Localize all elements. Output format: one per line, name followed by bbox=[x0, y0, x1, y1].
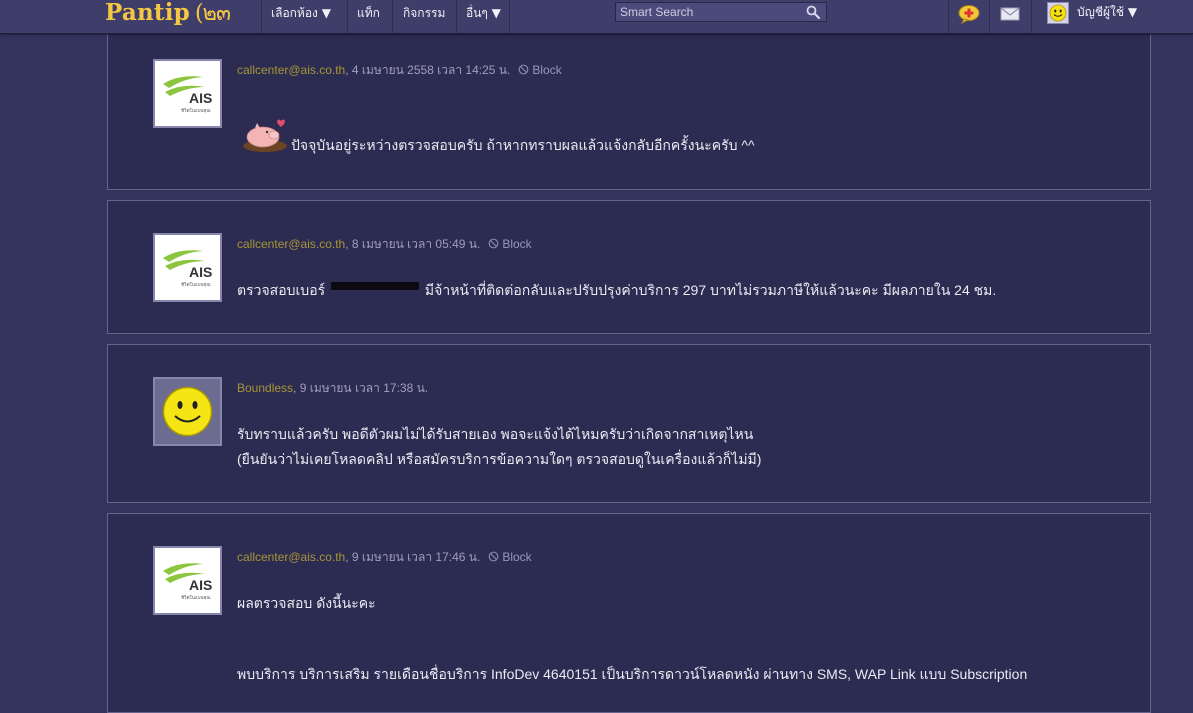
logo-text: Pantip bbox=[105, 0, 190, 26]
user-avatar[interactable] bbox=[153, 377, 222, 446]
comment-body: ปัจจุบันอยู่ระหว่างตรวจสอบครับ ถ้าหากทรา… bbox=[291, 137, 755, 153]
comment-text-after: มีจ้าหน้าที่ติดต่อกลับและปรับปรุงค่าบริก… bbox=[424, 282, 997, 298]
comment-body: ตรวจสอบเบอร์ มีจ้าหน้าที่ติดต่อกลับและปร… bbox=[237, 280, 996, 302]
ais-avatar[interactable]: AIS ชีวิตในแบบคุณ bbox=[153, 59, 222, 128]
ais-tagline: ชีวิตในแบบคุณ bbox=[181, 108, 211, 114]
ais-logo-text: AIS bbox=[189, 264, 212, 280]
nav-divider bbox=[261, 0, 262, 33]
block-label: Block bbox=[502, 550, 532, 564]
menu-more[interactable]: อื่นๆ ▼ bbox=[466, 0, 501, 28]
ais-logo-text: AIS bbox=[189, 577, 212, 593]
block-button[interactable]: Block bbox=[488, 237, 532, 251]
comment-body-line: (ยืนยันว่าไม่เคยโหลดคลิป หรือสมัครบริการ… bbox=[237, 451, 762, 467]
message-icon[interactable] bbox=[998, 4, 1022, 24]
comment-date: , 4 เมษายน 2558 เวลา 14:25 น. bbox=[345, 63, 511, 77]
comment-date: , 8 เมษายน เวลา 05:49 น. bbox=[345, 237, 481, 251]
block-icon bbox=[518, 64, 529, 75]
nav-divider bbox=[509, 0, 510, 33]
comment-author[interactable]: Boundless bbox=[237, 381, 293, 395]
nav-divider bbox=[948, 0, 949, 33]
nav-divider bbox=[456, 0, 457, 33]
user-avatar[interactable] bbox=[1047, 2, 1069, 24]
account-menu[interactable]: บัญชีผู้ใช้ ▼ bbox=[1077, 3, 1137, 22]
ais-logo-icon: AIS ชีวิตในแบบคุณ bbox=[163, 250, 212, 288]
comment-date: , 9 เมษายน เวลา 17:38 น. bbox=[293, 381, 429, 395]
ais-avatar[interactable]: AIS ชีวิตในแบบคุณ bbox=[153, 546, 222, 615]
ais-logo-icon: AIS ชีวิตในแบบคุณ bbox=[163, 76, 212, 114]
nav-divider bbox=[392, 0, 393, 33]
comment-meta: callcenter@ais.co.th, 9 เมษายน เวลา 17:4… bbox=[237, 548, 532, 567]
comment-author[interactable]: callcenter@ais.co.th bbox=[237, 237, 345, 251]
comment-card: AIS ชีวิตในแบบคุณ callcenter@ais.co.th, … bbox=[107, 26, 1151, 190]
block-label: Block bbox=[502, 237, 532, 251]
ais-logo-icon: AIS ชีวิตในแบบคุณ bbox=[163, 563, 212, 601]
smart-search-input[interactable]: Smart Search bbox=[615, 2, 827, 22]
comment-card: Boundless, 9 เมษายน เวลา 17:38 น. รับทรา… bbox=[107, 344, 1151, 503]
block-button[interactable]: Block bbox=[488, 550, 532, 564]
comment-author[interactable]: callcenter@ais.co.th bbox=[237, 63, 345, 77]
ais-tagline: ชีวิตในแบบคุณ bbox=[181, 595, 211, 601]
redacted-phone-number bbox=[331, 282, 420, 290]
nav-divider bbox=[1031, 0, 1032, 33]
block-icon bbox=[488, 238, 499, 249]
menu-tag[interactable]: แท็ก bbox=[357, 0, 380, 28]
block-icon bbox=[488, 551, 499, 562]
ais-avatar[interactable]: AIS ชีวิตในแบบคุณ bbox=[153, 233, 222, 302]
comment-date: , 9 เมษายน เวลา 17:46 น. bbox=[345, 550, 481, 564]
comment-card: AIS ชีวิตในแบบคุณ callcenter@ais.co.th, … bbox=[107, 200, 1151, 334]
comment-meta: callcenter@ais.co.th, 8 เมษายน เวลา 05:4… bbox=[237, 235, 532, 254]
comment-text-before: ตรวจสอบเบอร์ bbox=[237, 282, 326, 298]
comment-body-line: พบบริการ บริการเสริม รายเดือนชื่อบริการ … bbox=[237, 666, 1028, 682]
comment-author[interactable]: callcenter@ais.co.th bbox=[237, 550, 345, 564]
logo-mark: (๒๓ bbox=[194, 0, 231, 26]
comment-meta: Boundless, 9 เมษายน เวลา 17:38 น. bbox=[237, 379, 428, 398]
nav-divider bbox=[347, 0, 348, 33]
search-icon[interactable] bbox=[806, 5, 820, 19]
nav-divider bbox=[989, 0, 990, 33]
pantip-logo[interactable]: Pantip (๒๓ bbox=[105, 0, 231, 28]
comment-meta: callcenter@ais.co.th, 4 เมษายน 2558 เวลา… bbox=[237, 61, 562, 80]
search-placeholder: Smart Search bbox=[620, 5, 694, 19]
top-navigation-bar: Pantip (๒๓ เลือกห้อง ▼ แท็ก กิจกรรม อื่น… bbox=[0, 0, 1193, 34]
smiley-avatar-icon bbox=[1049, 4, 1067, 22]
new-topic-icon[interactable] bbox=[957, 4, 981, 24]
comment-body-line: รับทราบแล้วครับ พอดีตัวผมไม่ได้รับสายเอง… bbox=[237, 426, 754, 442]
menu-activity[interactable]: กิจกรรม bbox=[403, 0, 445, 28]
pig-emoticon-icon bbox=[243, 119, 287, 152]
menu-select-room[interactable]: เลือกห้อง ▼ bbox=[271, 0, 331, 28]
ais-tagline: ชีวิตในแบบคุณ bbox=[181, 282, 211, 288]
block-button[interactable]: Block bbox=[518, 63, 562, 77]
block-label: Block bbox=[532, 63, 562, 77]
smiley-avatar-icon bbox=[162, 386, 213, 437]
comment-card: AIS ชีวิตในแบบคุณ callcenter@ais.co.th, … bbox=[107, 513, 1151, 713]
ais-logo-text: AIS bbox=[189, 90, 212, 106]
comment-body-line: ผลตรวจสอบ ดังนี้นะคะ bbox=[237, 595, 376, 611]
